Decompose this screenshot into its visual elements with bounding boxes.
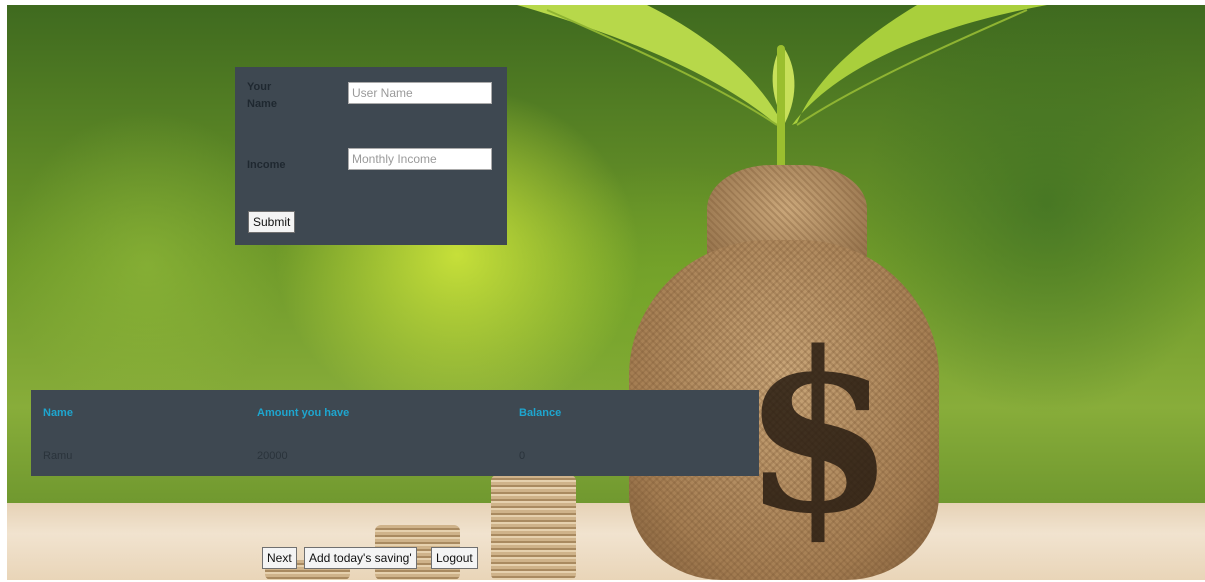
column-header-name: Name <box>43 407 73 419</box>
table-surface <box>7 503 1205 580</box>
money-bag-background-image: $ <box>7 5 1205 580</box>
dollar-sign-icon: $ <box>742 303 896 562</box>
name-label: Your Name <box>247 81 277 110</box>
logout-button[interactable]: Logout <box>431 547 478 569</box>
cell-name: Ramu <box>43 450 73 462</box>
column-header-balance: Balance <box>519 407 562 419</box>
submit-button[interactable]: Submit <box>248 211 296 233</box>
user-name-input[interactable] <box>348 82 492 104</box>
column-header-amount: Amount you have <box>257 407 350 419</box>
user-form-panel: Your Name Income Submit <box>235 67 507 245</box>
next-button[interactable]: Next <box>262 547 297 569</box>
leaves-icon <box>517 5 1047 126</box>
savings-table: Name Amount you have Balance Ramu 20000 … <box>31 390 759 476</box>
cell-balance: 0 <box>519 450 526 462</box>
income-label: Income <box>247 159 286 171</box>
coin-stack <box>491 475 576 580</box>
plant-stem <box>777 45 785 185</box>
monthly-income-input[interactable] <box>348 148 492 170</box>
add-todays-saving-button[interactable]: Add today's saving' <box>304 547 417 569</box>
cell-amount: 20000 <box>257 450 288 462</box>
